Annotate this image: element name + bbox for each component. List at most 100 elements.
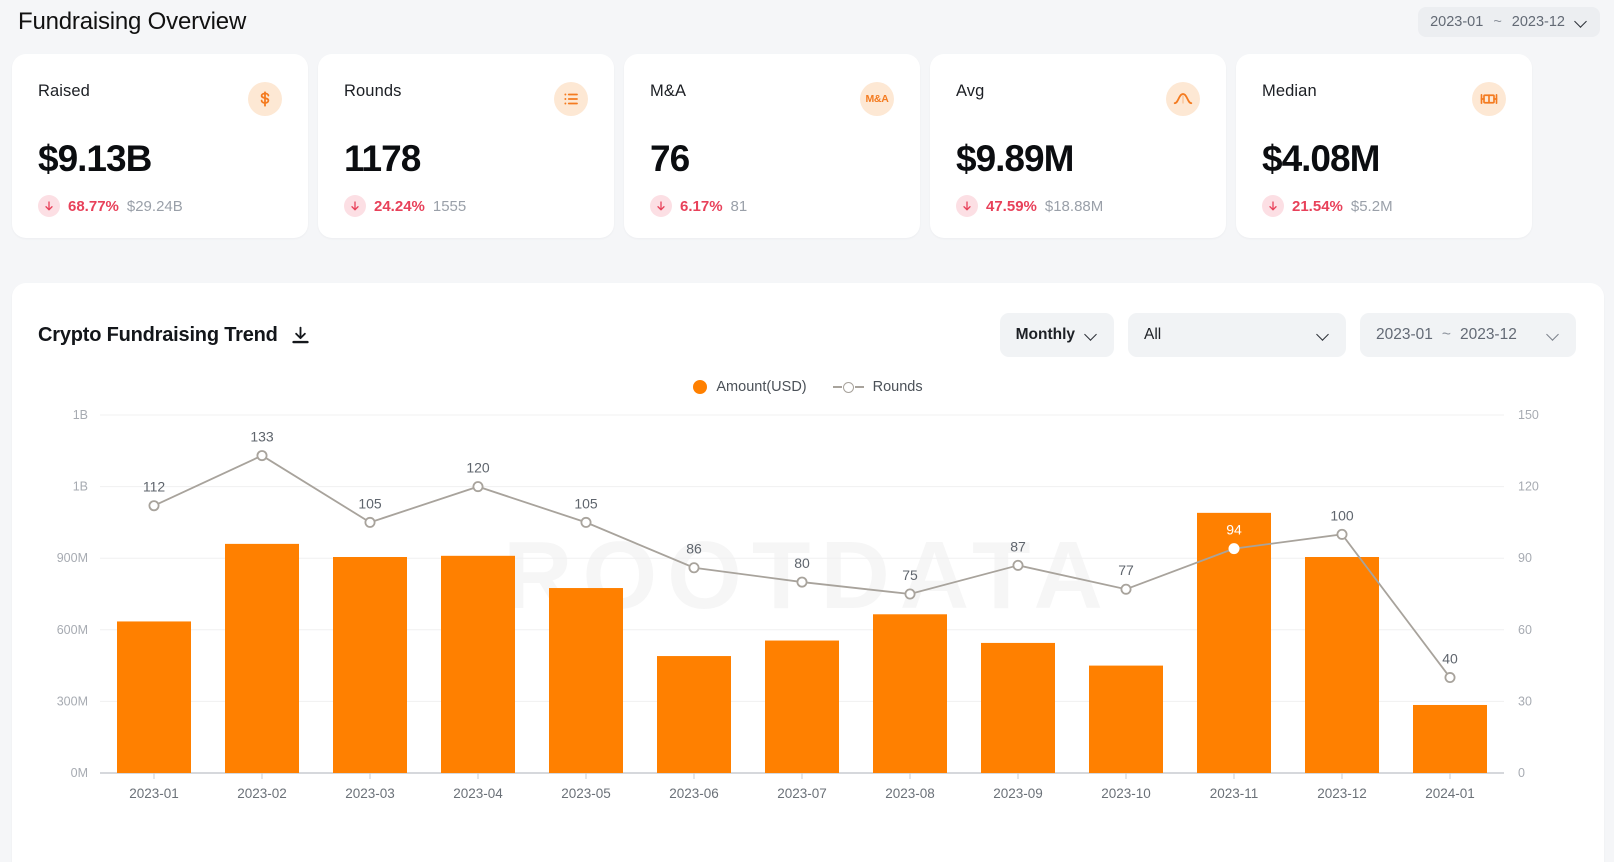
x-axis-tick-label: 2023-12 [1317,786,1367,801]
stat-card-raised[interactable]: Raised $9.13B 68.77% $29.24B [12,54,308,238]
chart-bar[interactable] [441,555,515,773]
y-axis-right-tick: 150 [1518,408,1539,422]
stat-card-delta-pct: 21.54% [1292,197,1343,215]
line-data-point[interactable] [796,576,808,588]
arrow-down-icon [344,195,366,217]
stat-card-value: $9.89M [956,138,1074,179]
chart-date-separator: ~ [1441,326,1451,343]
stat-card-value: $4.08M [1262,138,1380,179]
stat-card-delta-pct: 24.24% [374,197,425,215]
line-data-point[interactable] [1444,672,1456,684]
line-data-point[interactable] [148,500,160,512]
line-data-point[interactable] [1228,543,1240,555]
stat-card-delta: 24.24% 1555 [344,195,588,217]
download-icon[interactable] [290,325,311,346]
stat-card-value: 76 [650,138,690,179]
chart-header: Crypto Fundraising Trend Monthly All 202… [12,283,1604,357]
date-range-to: 2023-12 [1511,14,1565,30]
stat-card-previous: $5.2M [1350,197,1393,215]
stat-card-ma[interactable]: M&A M&A 76 6.17% 81 [624,54,920,238]
chart-bar[interactable] [225,543,299,773]
chart-bar[interactable] [333,557,407,773]
legend-label: Rounds [872,379,923,395]
chart-bar[interactable] [1413,704,1487,773]
arrow-down-icon [956,195,978,217]
chart-bar[interactable] [117,621,191,773]
y-axis-left-tick: 1B [73,480,88,494]
line-data-label: 112 [143,479,166,495]
chevron-down-icon [1575,16,1588,29]
chevron-down-icon [1547,329,1560,342]
legend-label: Amount(USD) [716,379,807,395]
line-data-point[interactable] [364,516,376,528]
stat-card-label: Avg [956,82,985,100]
line-data-point[interactable] [472,481,484,493]
bell-curve-icon [1166,82,1200,116]
line-data-point[interactable] [688,562,700,574]
x-axis-tick-label: 2024-01 [1425,786,1475,801]
line-data-label: 94 [1226,522,1242,538]
stat-card-rounds[interactable]: Rounds 1178 24.24% 1555 [318,54,614,238]
legend-marker-line [832,381,864,393]
y-axis-right-tick: 60 [1518,623,1532,637]
chart-date-range-picker[interactable]: 2023-01 ~ 2023-12 [1360,313,1576,357]
legend-item-amount[interactable]: Amount(USD) [693,379,807,395]
stat-card-label: Raised [38,82,90,100]
interval-dropdown[interactable]: Monthly [999,313,1114,357]
merger-icon: M&A [860,82,894,116]
line-data-label: 105 [358,495,382,511]
chart-bar[interactable] [657,656,731,773]
legend-item-rounds[interactable]: Rounds [832,379,923,395]
chart-bar[interactable] [1089,665,1163,773]
x-axis-tick-label: 2023-09 [993,786,1043,801]
chart-bar[interactable] [1305,557,1379,773]
y-axis-right-tick: 30 [1518,694,1532,708]
stat-card-previous: 81 [730,197,748,215]
line-data-point[interactable] [256,450,268,462]
stat-card-value: 1178 [344,138,421,179]
line-data-label: 100 [1330,507,1354,523]
x-axis-tick-label: 2023-02 [237,786,287,801]
line-data-point[interactable] [1120,583,1132,595]
chart-title: Crypto Fundraising Trend [38,323,278,346]
chevron-down-icon [1317,329,1330,342]
line-data-point[interactable] [904,588,916,600]
global-date-range-picker[interactable]: 2023-01 ~ 2023-12 [1418,7,1600,37]
line-data-point[interactable] [580,516,592,528]
chart-plot-area: ROOTDATA 0M300M600M900M1B1B0306090120150… [12,401,1604,831]
line-data-point[interactable] [1336,528,1348,540]
boxplot-icon [1472,82,1506,116]
arrow-down-icon [650,195,672,217]
x-axis-tick-label: 2023-11 [1210,786,1259,801]
chart-panel: Crypto Fundraising Trend Monthly All 202… [12,283,1604,862]
category-dropdown[interactable]: All [1128,313,1346,357]
line-data-point[interactable] [1012,559,1024,571]
chart-bar[interactable] [549,588,623,773]
stat-card-previous: $29.24B [126,197,183,215]
stat-card-delta: 68.77% $29.24B [38,195,282,217]
stat-card-delta-pct: 47.59% [986,197,1037,215]
x-axis-tick-label: 2023-08 [885,786,935,801]
chevron-down-icon [1085,329,1098,342]
date-range-separator: ~ [1493,14,1502,30]
x-axis-tick-label: 2023-03 [345,786,395,801]
stat-card-delta: 6.17% 81 [650,195,894,217]
line-data-label: 80 [794,555,810,571]
y-axis-right-tick: 120 [1518,480,1539,494]
stat-card-label: Rounds [344,82,402,100]
stat-card-previous: $18.88M [1044,197,1104,215]
stat-card-delta-pct: 6.17% [680,197,723,215]
date-range-from: 2023-01 [1430,14,1484,30]
chart-bar[interactable] [765,640,839,773]
chart-bar[interactable] [981,642,1055,773]
y-axis-left-tick: 300M [57,694,88,708]
chart-bar[interactable] [873,614,947,773]
stat-card-median[interactable]: Median $4.08M 21.54% $5.2M [1236,54,1532,238]
stat-card-previous: 1555 [432,197,467,215]
x-axis-tick-label: 2023-04 [453,786,503,801]
line-data-label: 40 [1442,651,1458,667]
x-axis-tick-label: 2023-05 [561,786,611,801]
page-title: Fundraising Overview [18,8,247,35]
stat-card-header: Median [1262,82,1506,116]
stat-card-avg[interactable]: Avg $9.89M 47.59% $18.88M [930,54,1226,238]
